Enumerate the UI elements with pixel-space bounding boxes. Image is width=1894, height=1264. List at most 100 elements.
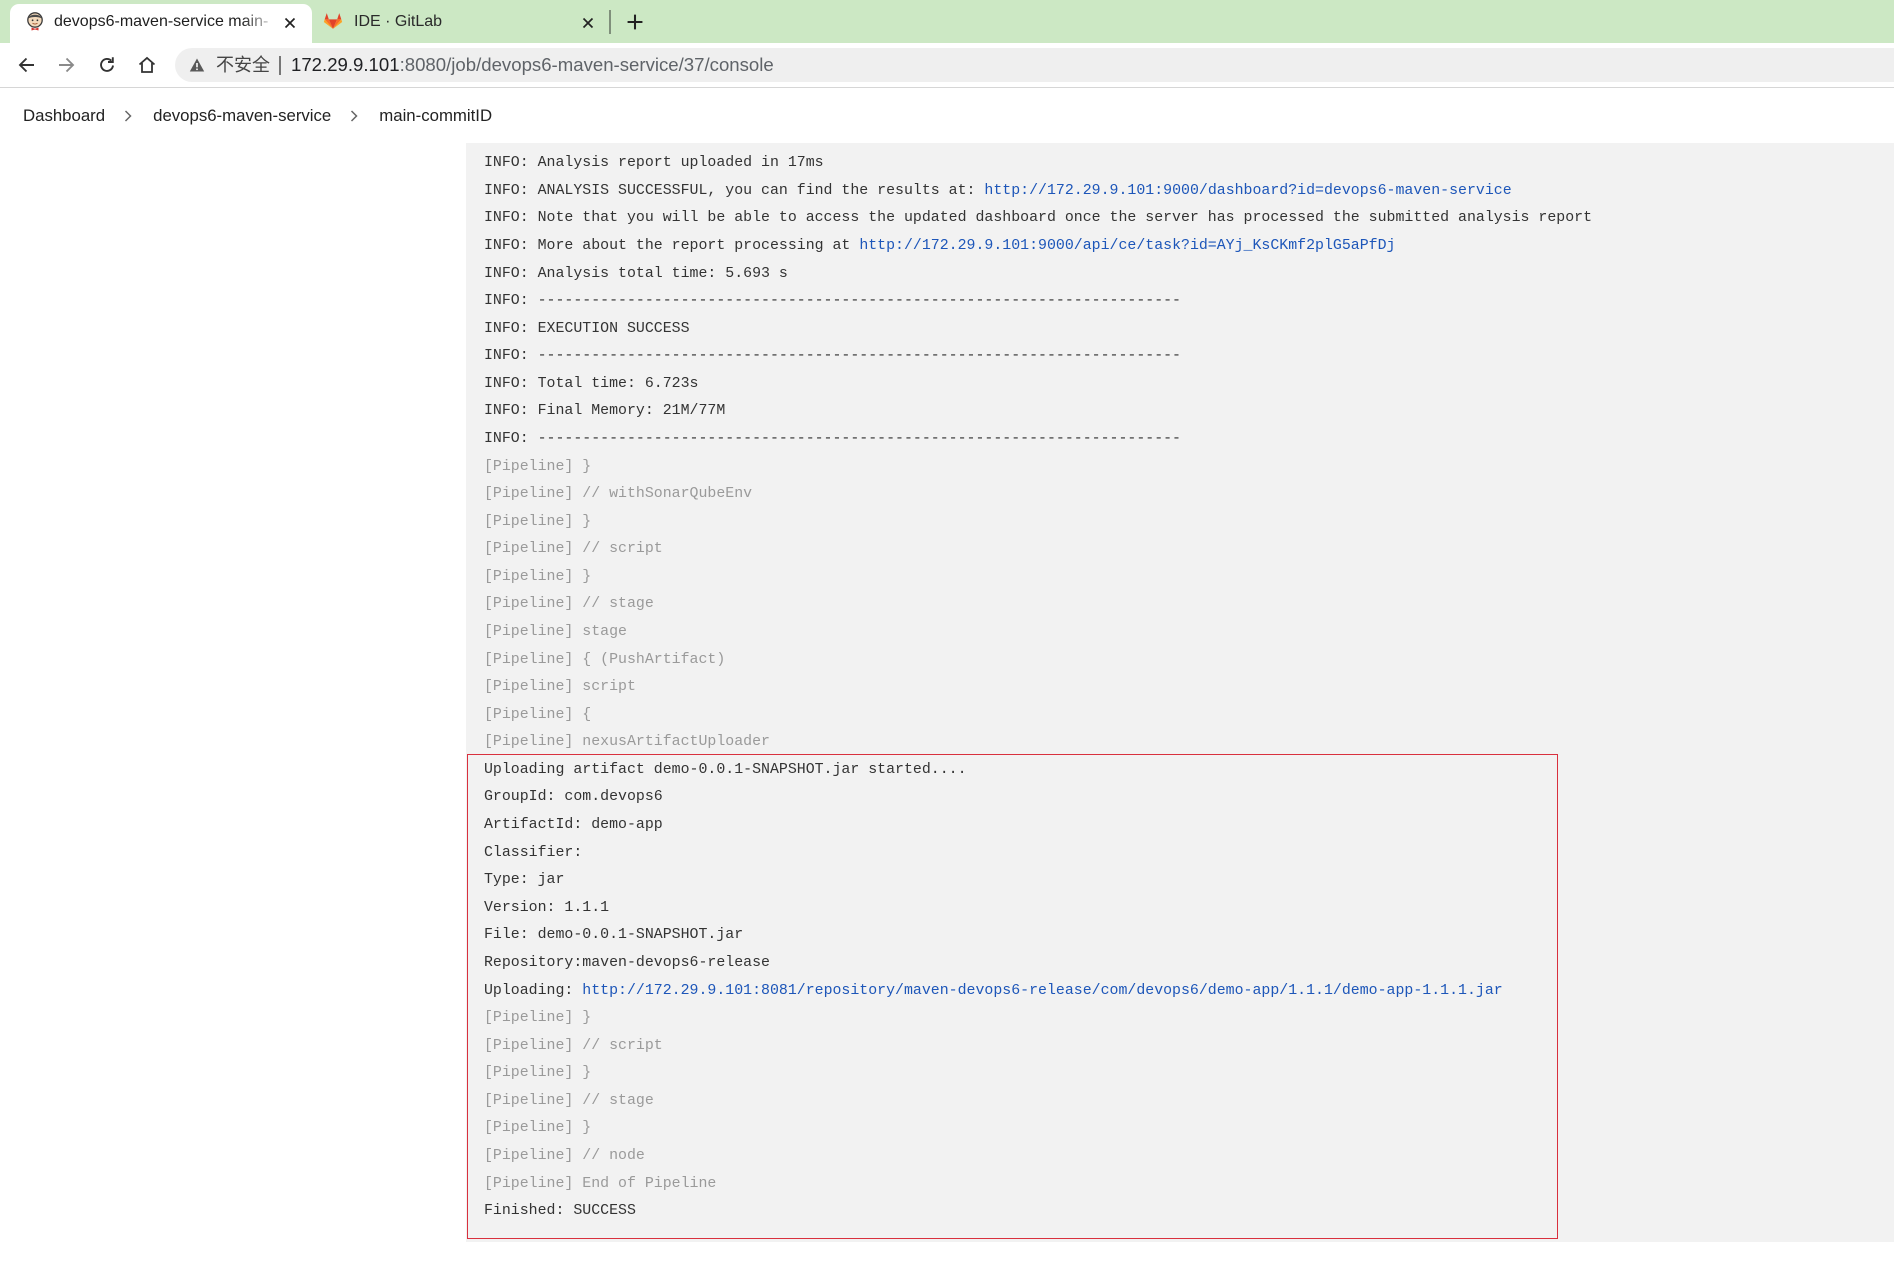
console-line: INFO: Note that you will be able to acce… (484, 205, 1592, 233)
pipeline-step-line: [Pipeline] // node (484, 1143, 1592, 1171)
console-line-text: File: demo-0.0.1-SNAPSHOT.jar (484, 927, 744, 944)
console-line-text: INFO: ANALYSIS SUCCESSFUL, you can find … (484, 182, 985, 199)
warning-triangle-icon[interactable] (189, 57, 205, 73)
console-line: Type: jar (484, 867, 1592, 895)
console-line: INFO: ANALYSIS SUCCESSFUL, you can find … (484, 178, 1592, 206)
console-line-text: Type: jar (484, 872, 565, 889)
console-link[interactable]: http://172.29.9.101:8081/repository/mave… (582, 983, 1502, 999)
console-line-text: [Pipeline] // stage (484, 1092, 654, 1109)
console-line-text: INFO: ----------------------------------… (484, 348, 1181, 365)
console-line-text: Version: 1.1.1 (484, 899, 610, 916)
pipeline-step-line: [Pipeline] // script (484, 1033, 1592, 1061)
console-line-text: [Pipeline] } (484, 568, 592, 585)
chevron-right-icon (350, 109, 358, 122)
pipeline-step-line: [Pipeline] { (PushArtifact) (484, 647, 1592, 675)
console-line-text: [Pipeline] { (PushArtifact) (484, 651, 726, 668)
tab-jenkins-console[interactable]: devops6-maven-service main- (10, 4, 312, 43)
console-line-text: [Pipeline] // script (484, 1037, 663, 1054)
console-line-text: [Pipeline] // withSonarQubeEnv (484, 486, 753, 503)
console-line-text: [Pipeline] // node (484, 1148, 645, 1164)
console-line: INFO: Analysis total time: 5.693 s (484, 261, 1592, 289)
back-arrow-icon[interactable] (17, 55, 37, 75)
url-path: :8080/job/devops6-maven-service/37/conso… (399, 54, 774, 75)
tab-title-fade (242, 8, 278, 38)
console-line-text: [Pipeline] // stage (484, 596, 654, 613)
console-line-text: Uploading artifact demo-0.0.1-SNAPSHOT.j… (484, 761, 967, 778)
pipeline-step-line: [Pipeline] End of Pipeline (484, 1171, 1592, 1199)
console-line: INFO: ----------------------------------… (484, 426, 1592, 454)
console-lines: INFO: Analysis report uploaded in 17ms IN… (484, 150, 1592, 1226)
console-line-text: INFO: More about the report processing a… (484, 237, 860, 254)
console-line: Classifier: (484, 840, 1592, 868)
console-line-text: [Pipeline] // script (484, 541, 663, 558)
tab-gitlab-ide[interactable]: IDE · GitLab (312, 4, 608, 43)
console-line: INFO: Total time: 6.723s (484, 371, 1592, 399)
console-line-text: [Pipeline] { (484, 706, 592, 723)
console-link[interactable]: http://172.29.9.101:9000/api/ce/task?id=… (859, 238, 1395, 254)
console-line: Repository:maven-devops6-release (484, 950, 1592, 978)
console-line-text: GroupId: com.devops6 (484, 789, 663, 806)
pipeline-step-line: [Pipeline] { (484, 702, 1592, 730)
url-host: 172.29.9.101 (291, 54, 400, 75)
browser-toolbar: 不安全 172.29.9.101:8080/job/devops6-maven-… (0, 43, 1894, 88)
console-line: INFO: ----------------------------------… (484, 343, 1592, 371)
console-line-text: ArtifactId: demo-app (484, 817, 663, 834)
console-line-text: INFO: Analysis report uploaded in 17ms (484, 155, 824, 172)
home-icon[interactable] (137, 55, 157, 75)
chevron-right-icon (124, 109, 132, 122)
console-line-text: Classifier: (484, 844, 583, 861)
console-line-text: [Pipeline] } (484, 458, 592, 475)
console-link[interactable]: http://172.29.9.101:9000/dashboard?id=de… (984, 183, 1511, 199)
console-line-text: [Pipeline] } (484, 513, 592, 530)
console-line: GroupId: com.devops6 (484, 784, 1592, 812)
console-line-text: INFO: EXECUTION SUCCESS (484, 320, 690, 337)
console-line-text: Repository:maven-devops6-release (484, 954, 770, 971)
console-line: INFO: Analysis report uploaded in 17ms (484, 150, 1592, 178)
tab-separator (609, 10, 611, 34)
url-text[interactable]: 172.29.9.101:8080/job/devops6-maven-serv… (291, 48, 774, 82)
console-line-text: [Pipeline] } (484, 1010, 592, 1027)
breadcrumb-dashboard[interactable]: Dashboard (23, 106, 105, 126)
security-label[interactable]: 不安全 (216, 48, 270, 82)
console-line-text: [Pipeline] stage (484, 624, 627, 641)
plus-icon[interactable] (627, 14, 643, 30)
console-line: ArtifactId: demo-app (484, 812, 1592, 840)
console-line-text: [Pipeline] } (484, 1065, 592, 1082)
console-line-text: Finished: SUCCESS (484, 1203, 636, 1220)
pipeline-step-line: [Pipeline] } (484, 564, 1592, 592)
pipeline-step-line: [Pipeline] } (484, 509, 1592, 537)
console-line: File: demo-0.0.1-SNAPSHOT.jar (484, 922, 1592, 950)
tab-title: IDE · GitLab (354, 13, 443, 30)
close-icon[interactable] (582, 16, 594, 29)
close-icon[interactable] (284, 16, 296, 29)
console-line-text: INFO: Note that you will be able to acce… (484, 210, 1593, 227)
breadcrumb-branch[interactable]: main-commitID (379, 106, 492, 126)
pipeline-step-line: [Pipeline] } (484, 1115, 1592, 1143)
gitlab-icon (323, 11, 343, 31)
pipeline-step-line: [Pipeline] } (484, 454, 1592, 482)
pipeline-step-line: [Pipeline] // stage (484, 1088, 1592, 1116)
breadcrumb-job[interactable]: devops6-maven-service (153, 106, 331, 126)
console-line: INFO: EXECUTION SUCCESS (484, 316, 1592, 344)
reload-icon[interactable] (97, 55, 117, 75)
console-line-text: [Pipeline] End of Pipeline (484, 1175, 717, 1192)
console-line: INFO: More about the report processing a… (484, 233, 1592, 261)
console-line-text: [Pipeline] } (484, 1120, 592, 1137)
console-line-text: INFO: Total time: 6.723s (484, 375, 699, 392)
pipeline-step-line: [Pipeline] // stage (484, 591, 1592, 619)
console-line: Uploading: http://172.29.9.101:8081/repo… (484, 978, 1592, 1006)
address-divider (279, 56, 281, 75)
console-line: Version: 1.1.1 (484, 895, 1592, 923)
forward-arrow-icon[interactable] (56, 55, 76, 75)
pipeline-step-line: [Pipeline] stage (484, 619, 1592, 647)
pipeline-step-line: [Pipeline] } (484, 1005, 1592, 1033)
pipeline-step-line: [Pipeline] // script (484, 536, 1592, 564)
console-line-text: INFO: Analysis total time: 5.693 s (484, 265, 788, 282)
console-line-text: [Pipeline] nexusArtifactUploader (484, 734, 770, 751)
console-line: Finished: SUCCESS (484, 1198, 1592, 1226)
console-line-text: INFO: ----------------------------------… (484, 430, 1181, 447)
console-line-text: [Pipeline] script (484, 679, 636, 696)
address-bar[interactable]: 不安全 172.29.9.101:8080/job/devops6-maven-… (175, 48, 1894, 82)
console-line-text: Uploading: (484, 982, 583, 999)
console-line: INFO: Final Memory: 21M/77M (484, 398, 1592, 426)
